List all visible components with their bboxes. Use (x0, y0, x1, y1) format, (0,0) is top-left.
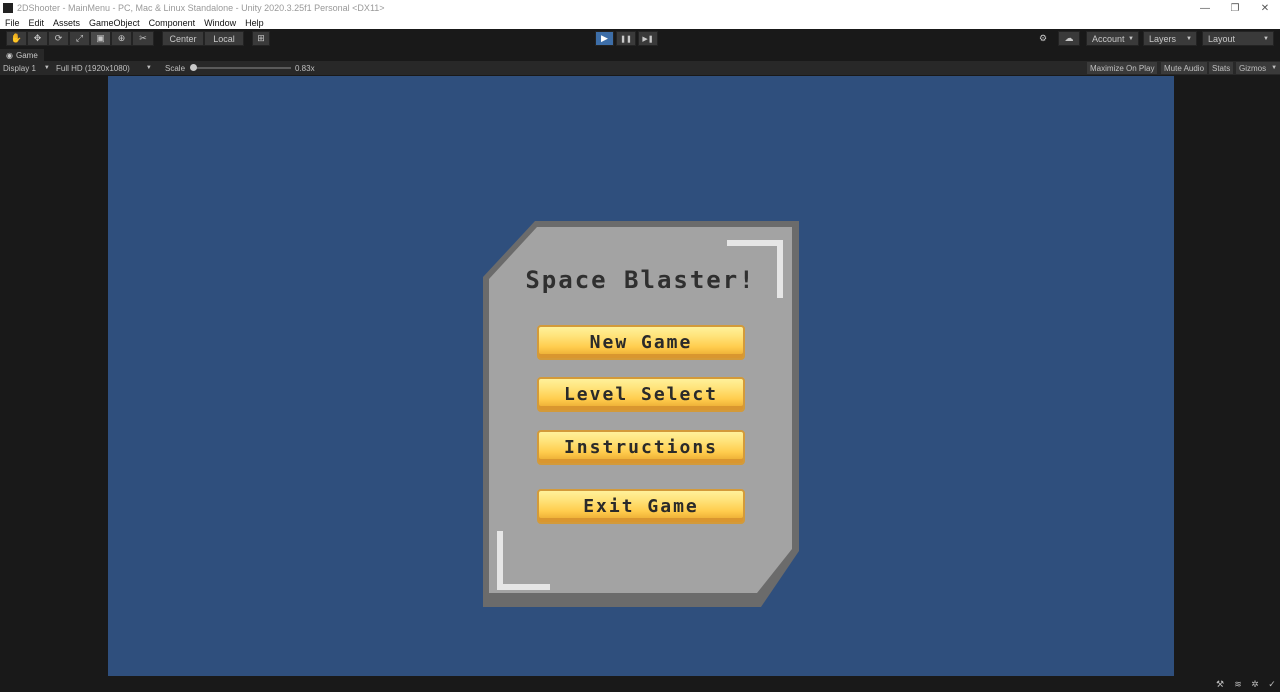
minimize-icon[interactable]: — (1190, 0, 1220, 16)
menu-assets[interactable]: Assets (48, 18, 84, 28)
gamepad-icon: ◉ (6, 50, 13, 60)
menu-window[interactable]: Window (199, 18, 240, 28)
progress-icon[interactable]: ⚒ (1214, 678, 1226, 690)
tab-game[interactable]: ◉ Game (0, 49, 44, 61)
pivot-center-label: Center (169, 33, 197, 44)
window-title: 2DShooter - MainMenu - PC, Mac & Linux S… (17, 3, 385, 13)
menu-component[interactable]: Component (144, 18, 200, 28)
maximize-on-play-toggle[interactable]: Maximize On Play (1087, 62, 1158, 74)
pause-icon[interactable]: ❚❚ (616, 31, 636, 46)
layout-label: Layout (1208, 33, 1236, 44)
rect-tool-icon[interactable]: ▣ (90, 31, 111, 46)
restore-icon[interactable]: ❐ (1220, 0, 1250, 16)
custom-tool-icon[interactable]: ✂ (132, 31, 154, 46)
game-view-controls: Display 1 ▼ Full HD (1920x1080) ▼ Scale … (0, 61, 1280, 75)
collab-icon[interactable]: ⚙ (1034, 31, 1052, 46)
check-icon[interactable]: ✓ (1266, 678, 1278, 690)
rotate-tool-icon[interactable]: ⟳ (48, 31, 69, 46)
menu-gameobject[interactable]: GameObject (84, 18, 144, 28)
scale-label: Scale (165, 63, 186, 73)
move-tool-icon[interactable]: ✥ (27, 31, 48, 46)
exit-game-label: Exit Game (583, 496, 699, 517)
play-icon[interactable]: ▶ (595, 31, 614, 46)
tab-row: ◉ Game (0, 49, 1280, 61)
resolution-label: Full HD (1920x1080) (56, 63, 130, 73)
level-select-button[interactable]: Level Select (537, 377, 745, 412)
pivot-local-label: Local (213, 33, 235, 44)
panel-corner-bottom-left (497, 531, 550, 590)
chevron-down-icon: ▼ (1263, 36, 1269, 42)
scale-tool-icon[interactable]: ⤢ (69, 31, 90, 46)
level-select-label: Level Select (563, 384, 719, 405)
gizmos-dropdown[interactable]: Gizmos ▼ (1236, 62, 1280, 74)
pivot-center-button[interactable]: Center (162, 31, 204, 46)
new-game-button[interactable]: New Game (537, 325, 745, 360)
window-title-bar: 2DShooter - MainMenu - PC, Mac & Linux S… (0, 0, 1280, 16)
mute-audio-toggle[interactable]: Mute Audio (1161, 62, 1208, 74)
account-dropdown[interactable]: Account ▼ (1086, 31, 1139, 46)
instructions-button[interactable]: Instructions (537, 430, 745, 465)
cloud-icon[interactable]: ☁ (1058, 31, 1080, 46)
debug-icon[interactable]: ✲ (1249, 678, 1261, 690)
chevron-down-icon: ▼ (145, 65, 152, 71)
scale-slider-handle[interactable] (190, 64, 197, 71)
transform-tool-icon[interactable]: ⊕ (111, 31, 132, 46)
resolution-dropdown[interactable]: Full HD (1920x1080) ▼ (56, 61, 152, 75)
account-label: Account (1092, 33, 1125, 44)
menu-bar: File Edit Assets GameObject Component Wi… (0, 16, 1280, 29)
chevron-down-icon: ▼ (43, 65, 50, 71)
instructions-label: Instructions (563, 437, 719, 458)
layers-dropdown[interactable]: Layers ▼ (1143, 31, 1197, 46)
exit-game-button[interactable]: Exit Game (537, 489, 745, 524)
layout-dropdown[interactable]: Layout ▼ (1202, 31, 1274, 46)
menu-file[interactable]: File (0, 18, 24, 28)
chevron-down-icon: ▼ (1186, 36, 1192, 42)
unity-logo-icon (3, 3, 13, 13)
scale-slider-track[interactable] (194, 67, 291, 69)
scale-value: 0.83x (295, 63, 315, 73)
gizmos-label: Gizmos (1239, 63, 1267, 73)
stats-toggle[interactable]: Stats (1209, 62, 1234, 74)
display-label: Display 1 (3, 63, 36, 73)
main-toolbar: ✋ ✥ ⟳ ⤢ ▣ ⊕ ✂ Center Local ⊞ ▶ ❚❚ ▶❚ ⚙ ☁… (0, 29, 1280, 49)
tab-game-label: Game (15, 50, 38, 60)
stack-icon[interactable]: ≋ (1232, 678, 1244, 690)
hand-tool-icon[interactable]: ✋ (6, 31, 27, 46)
status-bar: ⚒ ≋ ✲ ✓ (0, 676, 1280, 692)
layers-label: Layers (1149, 33, 1177, 44)
pivot-local-button[interactable]: Local (204, 31, 244, 46)
step-icon[interactable]: ▶❚ (638, 31, 658, 46)
chevron-down-icon: ▼ (1128, 36, 1134, 42)
display-dropdown[interactable]: Display 1 ▼ (3, 61, 50, 75)
menu-edit[interactable]: Edit (24, 18, 49, 28)
new-game-label: New Game (589, 332, 693, 353)
close-icon[interactable]: ✕ (1250, 0, 1280, 16)
grid-snap-icon[interactable]: ⊞ (252, 31, 270, 46)
menu-help[interactable]: Help (240, 18, 268, 28)
game-title: Space Blaster! (525, 266, 756, 294)
chevron-down-icon: ▼ (1271, 65, 1278, 71)
